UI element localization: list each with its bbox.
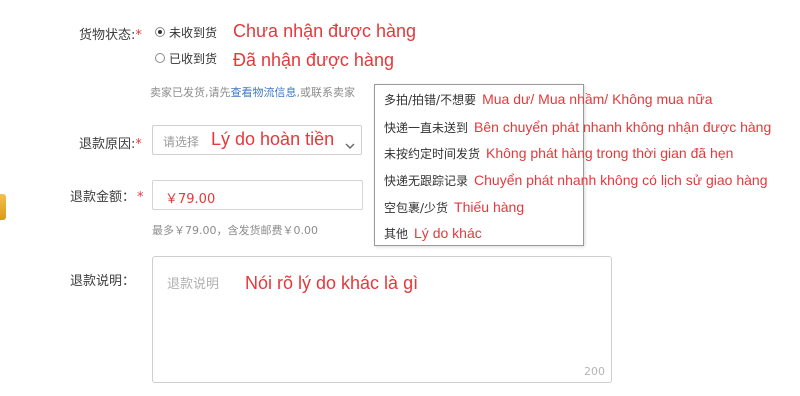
textarea-placeholder: 退款说明 — [167, 277, 220, 292]
refund-note-label: 退款说明： — [70, 274, 136, 289]
goods-status-label: 货物状态:* — [79, 28, 142, 43]
refund-note-textarea[interactable]: 退款说明 Nói rõ lý do khác là gì 200 — [152, 256, 612, 383]
dropdown-option[interactable]: 快递一直未送到 Bên chuyển phát nhanh không nhận … — [384, 114, 771, 140]
annotation-refund-reason: Lý do hoàn tiền — [211, 129, 335, 149]
radio-checked-icon[interactable] — [155, 27, 165, 37]
refund-amount-input[interactable]: ￥79.00 — [152, 180, 363, 210]
radio-not-received[interactable]: 未收到货 — [155, 24, 217, 40]
radio-received[interactable]: 已收到货 — [155, 50, 217, 66]
dropdown-option[interactable]: 快递无跟踪记录 Chuyển phát nhanh không có lịch s… — [384, 167, 768, 193]
hint-prefix: 卖家已发货,请先 — [150, 86, 231, 99]
chevron-down-icon — [345, 135, 355, 154]
side-decoration — [0, 194, 6, 220]
required-mark: * — [137, 190, 144, 205]
select-placeholder: 请选择 — [163, 135, 200, 149]
dropdown-option[interactable]: 多拍/拍错/不想要 Mua dư/ Mua nhầm/ Không mua nữa — [384, 86, 713, 112]
required-mark: * — [135, 137, 142, 152]
radio-not-received-label: 未收到货 — [169, 25, 218, 40]
refund-amount-hint: 最多￥79.00，含发货邮费￥0.00 — [152, 224, 318, 237]
radio-unchecked-icon[interactable] — [155, 53, 165, 63]
annotation-not-received: Chưa nhận được hàng — [233, 21, 417, 41]
refund-amount-value: ￥79.00 — [165, 192, 216, 207]
required-mark: * — [135, 28, 142, 43]
view-logistics-link[interactable]: 查看物流信息 — [231, 86, 297, 99]
hint-suffix: ,或联系卖家 — [296, 86, 356, 99]
logistics-hint: 卖家已发货,请先查看物流信息,或联系卖家 — [150, 84, 355, 100]
dropdown-option[interactable]: 空包裹/少货 Thiếu hàng — [384, 194, 524, 220]
refund-reason-select[interactable]: 请选择 Lý do hoàn tiền — [152, 125, 362, 155]
refund-amount-label: 退款金额： * — [70, 190, 144, 205]
annotation-refund-note: Nói rõ lý do khác là gì — [245, 273, 419, 293]
char-counter: 200 — [584, 365, 605, 378]
annotation-received: Đã nhận được hàng — [233, 50, 394, 70]
radio-received-label: 已收到货 — [169, 51, 218, 66]
dropdown-option[interactable]: 其他 Lý do khác — [384, 220, 482, 246]
refund-reason-label: 退款原因:* — [79, 137, 142, 152]
dropdown-option[interactable]: 未按约定时间发货 Không phát hàng trong thời gian … — [384, 140, 733, 166]
